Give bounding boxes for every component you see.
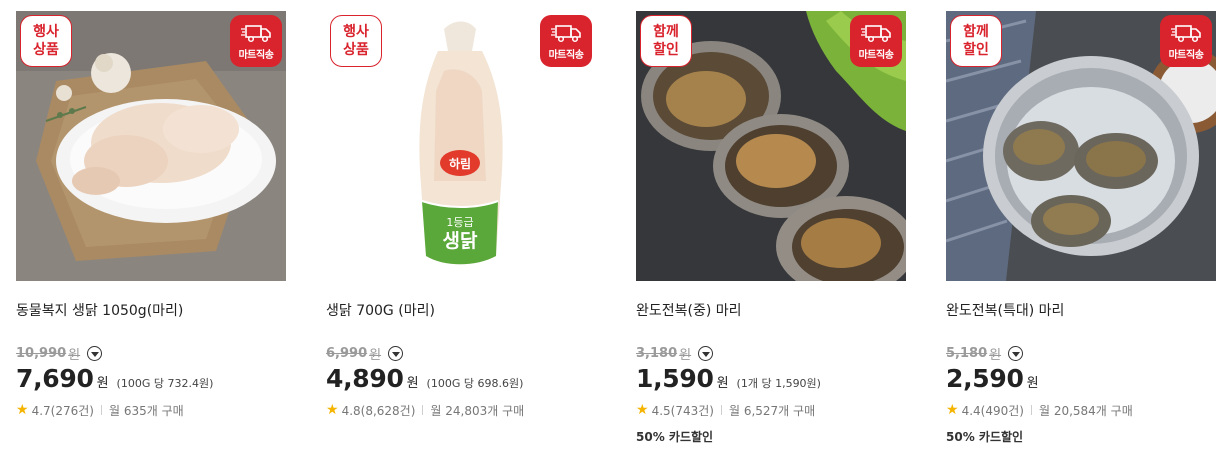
- monthly-sales: 월 635개 구매: [108, 403, 184, 418]
- chevron-down-icon: [701, 351, 710, 357]
- mart-delivery-label: 마트직송: [238, 49, 274, 61]
- product-name[interactable]: 완도전복(중) 마리: [636, 300, 906, 320]
- event-tag-badge: 행사 상품: [330, 15, 382, 67]
- sale-price-currency: 원: [96, 376, 109, 391]
- original-price-currency: 원: [989, 347, 1002, 363]
- product-name[interactable]: 완도전복(특대) 마리: [946, 300, 1216, 320]
- rating-text: 4.4(490건): [961, 403, 1024, 418]
- package-grade: 1등급: [446, 216, 473, 229]
- mart-delivery-badge: 마트직송: [230, 15, 282, 67]
- event-tag-badge: 함께 할인: [950, 15, 1002, 67]
- star-icon: ★: [326, 402, 339, 418]
- card-discount-promo: 50% 카드할인: [946, 430, 1024, 444]
- unit-price: (100G 당 732.4원): [116, 377, 214, 390]
- star-icon: ★: [946, 402, 959, 418]
- sale-price: 4,890: [326, 364, 404, 393]
- mart-delivery-label: 마트직송: [858, 49, 894, 61]
- chevron-down-icon: [1011, 351, 1020, 357]
- rating-row: ★ 4.8(8,628건) 월 24,803개 구매: [326, 402, 596, 418]
- product-image[interactable]: 하림 1등급 생닭 행사 상품 마트직송: [326, 11, 596, 281]
- chevron-down-icon: [391, 351, 400, 357]
- product-card[interactable]: 함께 할인 마트직송 완도전복(중) 마리 3,180 원 1,590 원 (1…: [636, 11, 906, 445]
- sale-price: 7,690: [16, 364, 94, 393]
- product-grid: 행사 상품 마트직송 동물복지 생닭 1050g(마리) 10,990 원 7,…: [0, 0, 1228, 452]
- unit-price: (1개 당 1,590원): [736, 377, 821, 390]
- delivery-truck-icon: [861, 24, 891, 42]
- original-price-row: 5,180 원: [946, 344, 1216, 363]
- mart-delivery-label: 마트직송: [1168, 49, 1204, 61]
- original-price-row: 10,990 원: [16, 344, 286, 363]
- price-detail-toggle[interactable]: [1008, 345, 1024, 361]
- mart-delivery-badge: 마트직송: [850, 15, 902, 67]
- original-price: 6,990: [326, 345, 368, 361]
- sale-price: 2,590: [946, 364, 1024, 393]
- divider: [422, 405, 424, 415]
- rating-row: ★ 4.4(490건) 월 20,584개 구매: [946, 402, 1216, 418]
- package-brand: 하림: [449, 156, 471, 171]
- original-price: 10,990: [16, 345, 67, 361]
- delivery-truck-icon: [1171, 24, 1201, 42]
- delivery-truck-icon: [241, 24, 271, 42]
- product-card[interactable]: 하림 1등급 생닭 행사 상품 마트직송 생닭 700G (마리) 6,990 …: [326, 11, 596, 418]
- monthly-sales: 월 6,527개 구매: [728, 403, 816, 418]
- original-price-currency: 원: [68, 347, 81, 363]
- original-price-currency: 원: [679, 347, 692, 363]
- rating-text: 4.7(276건): [31, 403, 94, 418]
- delivery-truck-icon: [551, 24, 581, 42]
- sale-price-row: 7,690 원 (100G 당 732.4원): [16, 364, 286, 398]
- divider: [100, 405, 102, 415]
- sale-price-currency: 원: [406, 376, 419, 391]
- product-name[interactable]: 동물복지 생닭 1050g(마리): [16, 300, 286, 320]
- original-price-row: 3,180 원: [636, 344, 906, 363]
- divider: [1030, 405, 1032, 415]
- mart-delivery-badge: 마트직송: [1160, 15, 1212, 67]
- rating-text: 4.5(743건): [651, 403, 714, 418]
- original-price: 3,180: [636, 345, 678, 361]
- product-image[interactable]: 함께 할인 마트직송: [636, 11, 906, 281]
- mart-delivery-badge: 마트직송: [540, 15, 592, 67]
- unit-price: (100G 당 698.6원): [426, 377, 524, 390]
- price-detail-toggle[interactable]: [87, 345, 103, 361]
- rating-row: ★ 4.5(743건) 월 6,527개 구매: [636, 402, 906, 418]
- sale-price-currency: 원: [1026, 376, 1039, 391]
- monthly-sales: 월 24,803개 구매: [430, 403, 525, 418]
- price-detail-toggle[interactable]: [388, 345, 404, 361]
- card-discount-promo: 50% 카드할인: [636, 430, 714, 444]
- rating-text: 4.8(8,628건): [341, 403, 416, 418]
- original-price-currency: 원: [369, 347, 382, 363]
- original-price-row: 6,990 원: [326, 344, 596, 363]
- chevron-down-icon: [90, 351, 99, 357]
- product-card[interactable]: 행사 상품 마트직송 동물복지 생닭 1050g(마리) 10,990 원 7,…: [16, 11, 286, 418]
- star-icon: ★: [636, 402, 649, 418]
- original-price: 5,180: [946, 345, 988, 361]
- sale-price: 1,590: [636, 364, 714, 393]
- sale-price-row: 1,590 원 (1개 당 1,590원): [636, 364, 906, 398]
- package-label: 생닭: [443, 230, 478, 252]
- sale-price-currency: 원: [716, 376, 729, 391]
- event-tag-badge: 행사 상품: [20, 15, 72, 67]
- sale-price-row: 4,890 원 (100G 당 698.6원): [326, 364, 596, 398]
- monthly-sales: 월 20,584개 구매: [1038, 403, 1133, 418]
- divider: [720, 405, 722, 415]
- product-image[interactable]: 함께 할인 마트직송: [946, 11, 1216, 281]
- price-detail-toggle[interactable]: [698, 345, 714, 361]
- product-card[interactable]: 함께 할인 마트직송 완도전복(특대) 마리 5,180 원 2,590 원 ★…: [946, 11, 1216, 445]
- star-icon: ★: [16, 402, 29, 418]
- rating-row: ★ 4.7(276건) 월 635개 구매: [16, 402, 286, 418]
- product-name[interactable]: 생닭 700G (마리): [326, 300, 596, 320]
- mart-delivery-label: 마트직송: [548, 49, 584, 61]
- sale-price-row: 2,590 원: [946, 364, 1216, 398]
- product-image[interactable]: 행사 상품 마트직송: [16, 11, 286, 281]
- event-tag-badge: 함께 할인: [640, 15, 692, 67]
